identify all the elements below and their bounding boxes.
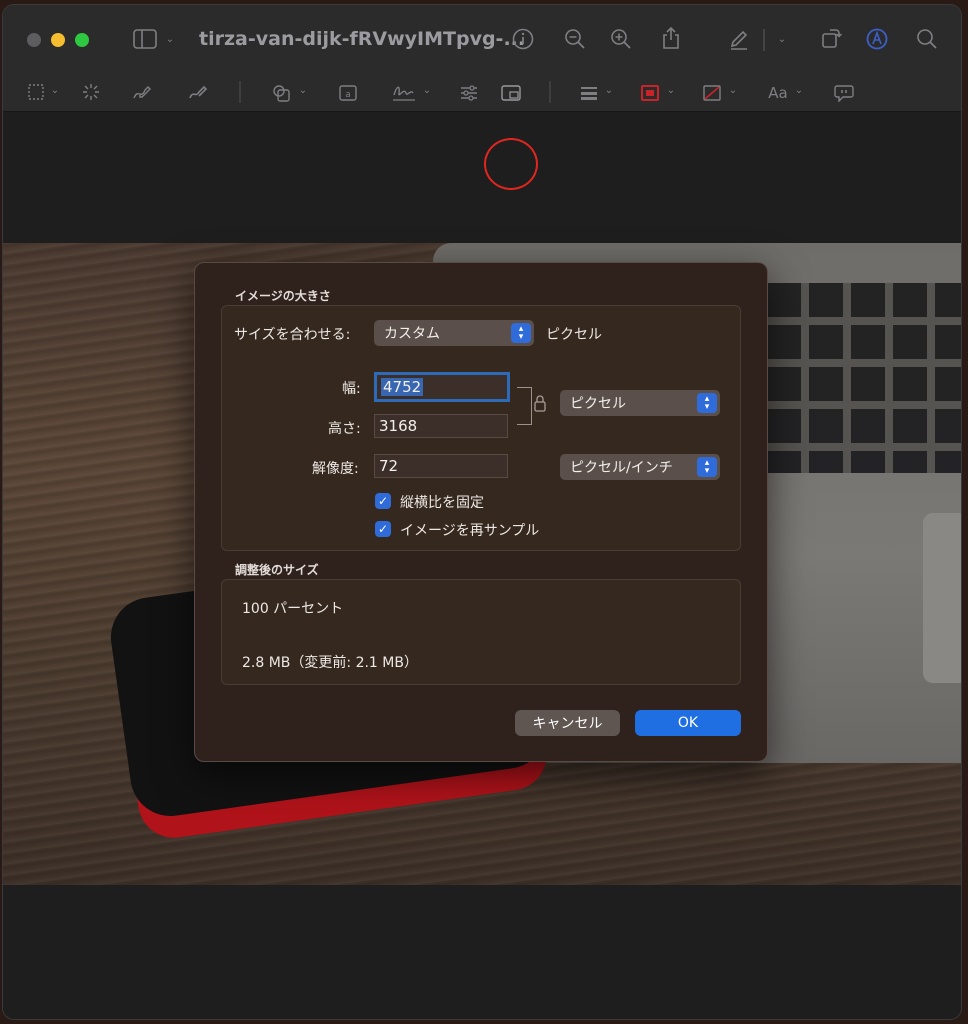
highlight-circle bbox=[484, 138, 538, 190]
draw-icon[interactable] bbox=[187, 83, 209, 103]
text-style-icon[interactable]: Aa bbox=[765, 83, 791, 103]
annotation-icon[interactable] bbox=[833, 83, 855, 103]
size-unit-stepper-icon: ▴ ▾ bbox=[697, 393, 717, 413]
lock-icon[interactable] bbox=[532, 392, 548, 414]
tool-divider-2 bbox=[549, 81, 551, 103]
markup-pen-icon[interactable] bbox=[727, 27, 751, 51]
sign-chevron-icon[interactable]: ⌄ bbox=[421, 85, 433, 97]
border-color-icon[interactable] bbox=[639, 83, 661, 103]
title-bar: ⌄ tirza-van-dijk-fRVwyIMTpvg-... ⌄ bbox=[3, 5, 961, 73]
resolution-input[interactable]: 72 bbox=[374, 454, 508, 478]
sign-icon[interactable] bbox=[391, 83, 417, 103]
width-value: 4752 bbox=[381, 378, 424, 396]
height-input[interactable]: 3168 bbox=[374, 414, 508, 438]
fit-value: カスタム bbox=[384, 326, 440, 342]
zoom-out-icon[interactable] bbox=[563, 27, 587, 51]
height-value: 3168 bbox=[379, 417, 418, 435]
aspect-link-bracket bbox=[517, 387, 532, 425]
ok-button[interactable]: OK bbox=[635, 710, 741, 736]
resize-dialog: イメージの大きさ サイズを合わせる: カスタム ▴ ▾ ピクセル 幅: 4752 … bbox=[194, 262, 768, 762]
zoom-in-icon[interactable] bbox=[609, 27, 633, 51]
minimize-window-button[interactable] bbox=[51, 33, 65, 47]
shapes-icon[interactable] bbox=[271, 83, 293, 103]
width-input[interactable]: 4752 bbox=[374, 372, 510, 402]
toolbar-divider bbox=[763, 29, 765, 51]
image-size-section-title: イメージの大きさ bbox=[235, 289, 331, 303]
file-size-text: 2.8 MB（変更前: 2.1 MB） bbox=[242, 655, 418, 671]
adjust-color-icon[interactable] bbox=[459, 83, 479, 103]
sketch-icon[interactable] bbox=[131, 83, 153, 103]
resample-checkbox[interactable]: ✓ bbox=[375, 521, 391, 537]
height-label: 高さ: bbox=[328, 421, 361, 437]
width-label: 幅: bbox=[342, 381, 361, 397]
line-style-icon[interactable] bbox=[579, 83, 599, 103]
fill-color-icon[interactable] bbox=[701, 83, 723, 103]
image-size-group: サイズを合わせる: カスタム ▴ ▾ ピクセル 幅: 4752 高さ: 3168 … bbox=[221, 305, 741, 551]
line-style-chevron-icon[interactable]: ⌄ bbox=[603, 85, 615, 97]
text-box-icon[interactable]: a bbox=[337, 83, 359, 103]
resolution-label: 解像度: bbox=[312, 461, 359, 477]
border-color-chevron-icon[interactable]: ⌄ bbox=[665, 85, 677, 97]
fit-label: サイズを合わせる: bbox=[234, 327, 351, 343]
share-icon[interactable] bbox=[659, 25, 683, 51]
tool-divider bbox=[239, 81, 241, 103]
close-window-button[interactable] bbox=[27, 33, 41, 47]
info-icon[interactable] bbox=[511, 27, 535, 51]
keep-ratio-checkbox[interactable]: ✓ bbox=[375, 493, 391, 509]
resolution-unit-value: ピクセル/インチ bbox=[570, 460, 673, 476]
sidebar-icon[interactable] bbox=[131, 27, 159, 51]
resolution-unit-stepper-icon: ▴ ▾ bbox=[697, 457, 717, 477]
rotate-icon[interactable] bbox=[819, 25, 843, 51]
adjust-size-icon[interactable] bbox=[500, 83, 522, 103]
svg-text:a: a bbox=[345, 90, 351, 100]
fit-unit: ピクセル bbox=[546, 327, 602, 343]
result-size-group: 100 パーセント 2.8 MB（変更前: 2.1 MB） bbox=[221, 579, 741, 685]
percent-text: 100 パーセント bbox=[242, 601, 344, 617]
fit-stepper-icon: ▴ ▾ bbox=[511, 323, 531, 343]
search-icon[interactable] bbox=[915, 27, 939, 51]
text-style-chevron-icon[interactable]: ⌄ bbox=[793, 85, 805, 97]
canvas-bottom-area bbox=[3, 885, 961, 1019]
resolution-value: 72 bbox=[379, 457, 399, 475]
circle-a-icon[interactable] bbox=[865, 27, 889, 51]
result-size-section-title: 調整後のサイズ bbox=[235, 563, 319, 577]
markup-chevron-down-icon[interactable]: ⌄ bbox=[775, 33, 789, 47]
resample-label: イメージを再サンプル bbox=[400, 523, 540, 539]
sidebar-chevron-down-icon[interactable]: ⌄ bbox=[163, 33, 177, 47]
fit-select[interactable]: カスタム ▴ ▾ bbox=[374, 320, 534, 346]
window-title: tirza-van-dijk-fRVwyIMTpvg-... bbox=[199, 28, 526, 50]
rect-select-icon[interactable] bbox=[27, 83, 45, 101]
trackpad bbox=[923, 513, 961, 683]
maximize-window-button[interactable] bbox=[75, 33, 89, 47]
keep-ratio-label: 縦横比を固定 bbox=[400, 495, 484, 511]
markup-toolbar: ⌄ ⌄ a ⌄ ⌄ ⌄ ⌄ Aa ⌄ bbox=[3, 73, 961, 190]
resolution-unit-select[interactable]: ピクセル/インチ ▴ ▾ bbox=[560, 454, 720, 480]
size-unit-value: ピクセル bbox=[570, 396, 626, 412]
magic-wand-icon[interactable] bbox=[81, 83, 101, 101]
cancel-button[interactable]: キャンセル bbox=[515, 710, 620, 736]
size-unit-select[interactable]: ピクセル ▴ ▾ bbox=[560, 390, 720, 416]
rect-select-chevron-icon[interactable]: ⌄ bbox=[49, 85, 61, 97]
shapes-chevron-icon[interactable]: ⌄ bbox=[297, 85, 309, 97]
fill-color-chevron-icon[interactable]: ⌄ bbox=[727, 85, 739, 97]
